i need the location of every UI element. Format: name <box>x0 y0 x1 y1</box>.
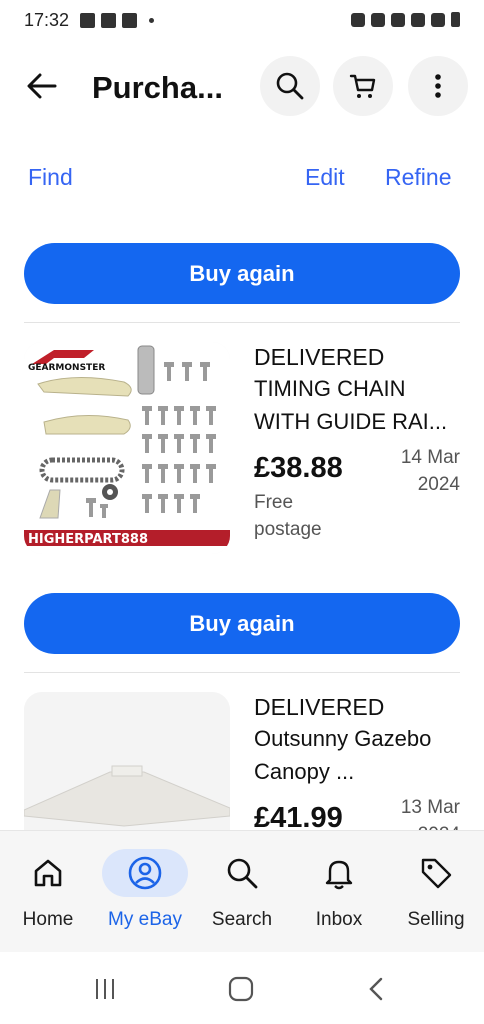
brand-logo-text: GEARMONSTER <box>28 363 105 373</box>
home-system-button[interactable] <box>226 974 256 1004</box>
purchase-item[interactable]: DELIVERED Outsunny Gazebo Canopy ... £41… <box>0 692 484 832</box>
item-status: DELIVERED <box>254 344 385 370</box>
nav-label: Search <box>211 909 273 930</box>
wifi-icon <box>391 12 405 27</box>
tag-icon <box>421 858 452 889</box>
recent-apps-button[interactable] <box>90 974 120 1004</box>
system-back-button[interactable] <box>362 974 392 1004</box>
notification-icons <box>80 13 154 28</box>
timing-chain-kit-image: GEARMONSTER HIGHERPART888 <box>24 342 230 554</box>
battery-icon <box>451 12 460 27</box>
signal-icon <box>431 12 445 27</box>
home-square-icon <box>228 976 254 1002</box>
system-status-icons <box>351 12 460 27</box>
status-bar: 17:32 <box>0 0 484 44</box>
edit-link[interactable]: Edit <box>305 164 345 191</box>
item-price: £41.99 <box>254 802 343 832</box>
nav-label: My eBay <box>108 909 182 930</box>
search-icon <box>276 72 304 100</box>
purchase-item[interactable]: GEARMONSTER HIGHERPART888 DELIVERED TIMI… <box>0 342 484 572</box>
mail-notification-icon <box>101 13 116 28</box>
chevron-left-icon <box>369 977 383 1001</box>
bottom-navigation: Home My eBay Search Inbox Selling <box>0 830 484 952</box>
recent-apps-icon <box>96 979 114 999</box>
more-options-button[interactable] <box>408 56 468 116</box>
refine-link[interactable]: Refine <box>385 164 451 191</box>
nav-selling[interactable]: Selling <box>388 849 484 949</box>
item-title[interactable]: TIMING CHAIN WITH GUIDE RAI... <box>254 372 464 438</box>
cart-button[interactable] <box>333 56 393 116</box>
system-navigation-bar <box>0 952 484 1024</box>
buy-again-button[interactable]: Buy again <box>24 243 460 304</box>
home-icon <box>34 859 62 887</box>
app-notification-icon <box>122 13 137 28</box>
call-icon <box>411 12 425 27</box>
nav-label: Inbox <box>315 909 363 930</box>
alarm-icon <box>351 12 365 27</box>
nav-my-ebay[interactable]: My eBay <box>97 849 193 949</box>
nav-label: Home <box>22 909 74 930</box>
gazebo-canopy-image <box>24 692 230 832</box>
mute-icon <box>371 12 385 27</box>
nav-home[interactable]: Home <box>0 849 96 949</box>
nav-inbox[interactable]: Inbox <box>291 849 387 949</box>
search-button[interactable] <box>260 56 320 116</box>
item-thumbnail[interactable] <box>24 692 230 832</box>
item-shipping: Free postage <box>254 492 322 540</box>
purchases-toolbar: Find Edit Refine <box>0 160 484 196</box>
search-icon <box>227 858 258 889</box>
divider <box>24 322 460 323</box>
status-time: 17:32 <box>24 10 70 30</box>
image-notification-icon <box>80 13 95 28</box>
item-thumbnail[interactable]: GEARMONSTER HIGHERPART888 <box>24 342 230 554</box>
cart-icon <box>349 74 376 98</box>
nav-search[interactable]: Search <box>194 849 290 949</box>
item-price: £38.88 <box>254 452 343 484</box>
nav-label: Selling <box>407 909 465 930</box>
arrow-left-icon <box>27 73 57 99</box>
more-notifications-icon <box>149 18 154 23</box>
item-status: DELIVERED <box>254 694 385 720</box>
divider <box>24 672 460 673</box>
item-title[interactable]: Outsunny Gazebo Canopy ... <box>254 722 464 788</box>
watermark-text: HIGHERPART888 <box>28 532 148 547</box>
app-header: Purcha... <box>0 56 484 118</box>
page-title: Purcha... <box>92 70 223 105</box>
bell-icon <box>325 860 353 890</box>
find-link[interactable]: Find <box>28 164 73 191</box>
item-date: 14 Mar 2024 <box>400 447 460 495</box>
user-icon <box>128 856 162 890</box>
item-date: 13 Mar 2024 <box>400 797 460 832</box>
more-vertical-icon <box>435 74 441 98</box>
back-button[interactable] <box>24 68 60 104</box>
buy-again-button[interactable]: Buy again <box>24 593 460 654</box>
